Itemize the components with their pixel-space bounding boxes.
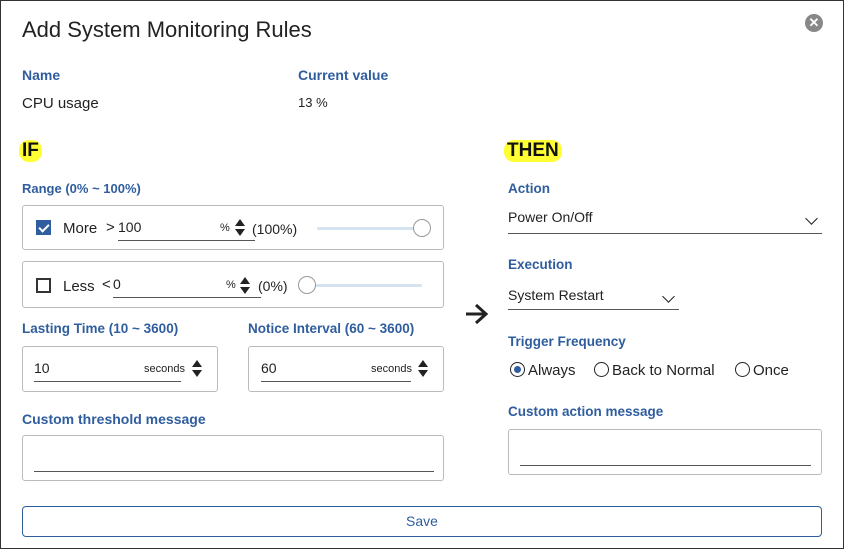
less-slider-knob[interactable] — [298, 276, 316, 294]
arrow-right-icon — [466, 303, 489, 325]
trigger-frequency-label: Trigger Frequency — [508, 334, 626, 349]
notice-interval-value: 60 — [261, 360, 277, 376]
more-value: 100 — [118, 219, 142, 235]
custom-action-box — [508, 429, 822, 475]
less-value: 0 — [113, 276, 121, 292]
lasting-time-value: 10 — [34, 360, 50, 376]
notice-interval-label: Notice Interval (60 ~ 3600) — [248, 321, 415, 336]
less-slider-track[interactable] — [310, 284, 422, 287]
current-value-label: Current value — [298, 67, 389, 83]
execution-label: Execution — [508, 257, 573, 272]
add-monitoring-rules-dialog: Add System Monitoring Rules ✕ Name Curre… — [0, 0, 844, 549]
notice-interval-box: 60 seconds — [248, 346, 444, 392]
lasting-time-box: 10 seconds — [22, 346, 218, 392]
lasting-time-unit: seconds — [144, 363, 185, 375]
custom-action-label: Custom action message — [508, 404, 664, 419]
save-button[interactable]: Save — [22, 506, 822, 537]
less-spinner-icon[interactable] — [240, 277, 250, 295]
less-condition-row: Less < 0 % (0%) — [22, 261, 444, 308]
execution-value: System Restart — [508, 287, 604, 303]
more-condition-row: More > 100 % (100%) — [22, 205, 444, 250]
radio-once-label: Once — [753, 362, 789, 379]
more-operator: > — [106, 219, 115, 236]
action-value: Power On/Off — [508, 209, 593, 225]
radio-back-to-normal-label: Back to Normal — [612, 362, 715, 379]
name-label: Name — [22, 67, 61, 83]
range-label: Range (0% ~ 100%) — [22, 181, 141, 196]
notice-interval-unit: seconds — [371, 363, 412, 375]
custom-threshold-input[interactable] — [34, 448, 434, 472]
less-label: Less — [63, 278, 95, 295]
more-label: More — [63, 220, 98, 237]
current-value: 13 % — [298, 95, 328, 110]
notice-interval-spinner-icon[interactable] — [418, 360, 428, 378]
dialog-title: Add System Monitoring Rules — [22, 17, 312, 42]
more-percent-display: (100%) — [252, 221, 298, 237]
less-checkbox[interactable] — [36, 278, 51, 293]
action-select[interactable]: Power On/Off — [508, 209, 822, 234]
custom-threshold-label: Custom threshold message — [22, 411, 206, 427]
more-checkbox[interactable] — [36, 220, 51, 235]
close-icon[interactable]: ✕ — [805, 14, 823, 32]
if-heading: IF — [19, 140, 42, 162]
less-unit: % — [226, 279, 236, 291]
radio-always-label: Always — [528, 362, 576, 379]
more-slider-knob[interactable] — [413, 219, 431, 237]
radio-once[interactable] — [735, 362, 750, 377]
radio-always[interactable] — [510, 362, 525, 377]
chevron-down-icon — [805, 212, 818, 225]
chevron-down-icon — [662, 290, 675, 303]
custom-threshold-box — [22, 435, 444, 481]
lasting-time-spinner-icon[interactable] — [192, 360, 202, 378]
execution-select[interactable]: System Restart — [508, 287, 679, 310]
radio-back-to-normal[interactable] — [594, 362, 609, 377]
then-heading: THEN — [504, 140, 562, 162]
less-operator: < — [102, 276, 111, 293]
custom-action-input[interactable] — [520, 441, 811, 466]
more-unit: % — [220, 222, 230, 234]
more-spinner-icon[interactable] — [235, 219, 245, 237]
name-value: CPU usage — [22, 95, 99, 112]
more-slider-track[interactable] — [317, 227, 427, 230]
less-value-input[interactable]: 0 — [113, 276, 261, 298]
less-percent-display: (0%) — [258, 278, 288, 294]
action-label: Action — [508, 181, 550, 196]
lasting-time-label: Lasting Time (10 ~ 3600) — [22, 321, 179, 336]
